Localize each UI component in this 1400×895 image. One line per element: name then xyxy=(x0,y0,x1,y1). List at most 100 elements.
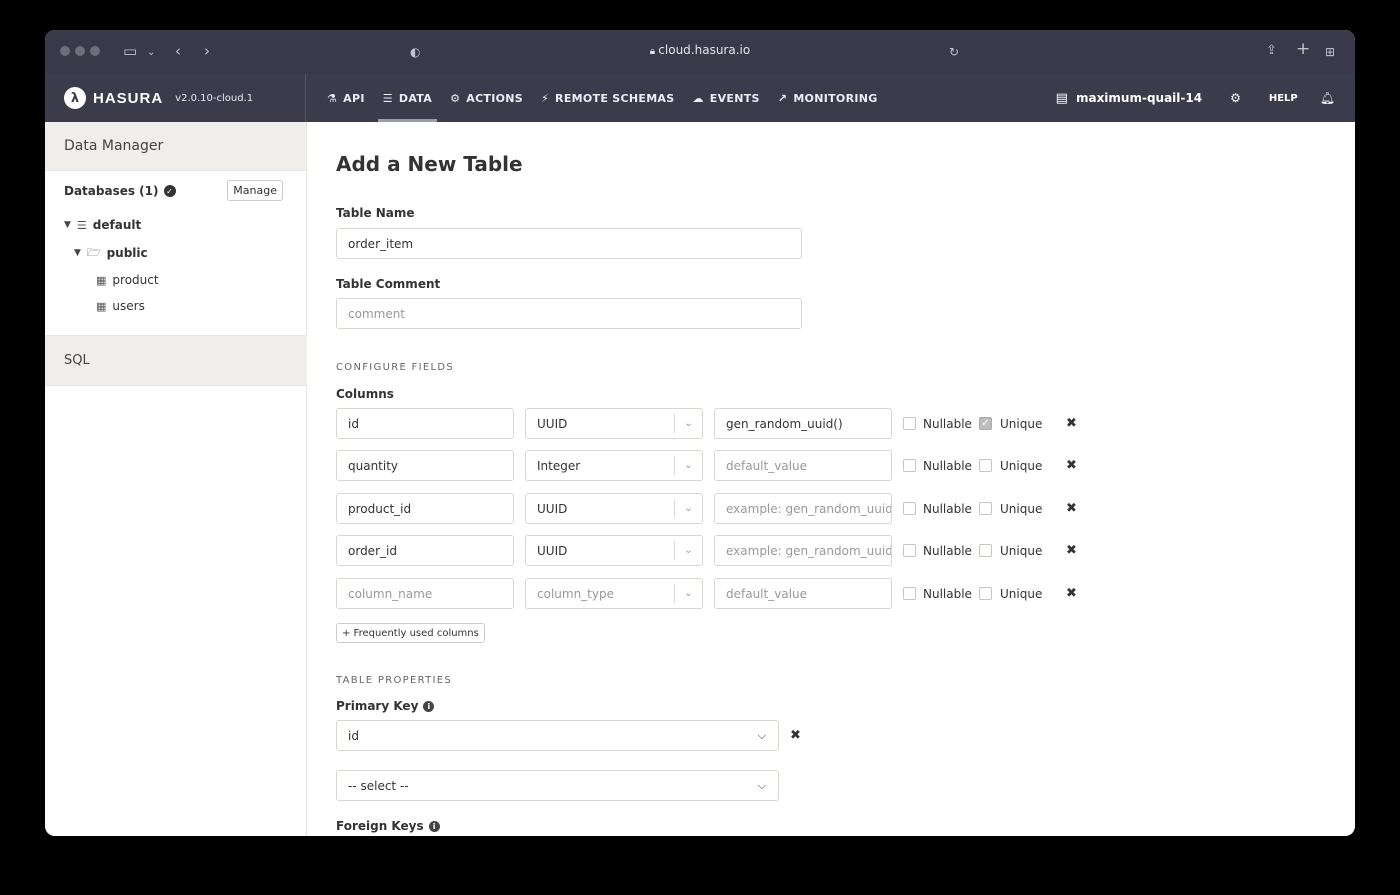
remove-primary-key-icon[interactable]: ✖ xyxy=(790,728,801,743)
share-icon[interactable]: ⇪ xyxy=(1266,42,1277,60)
address-bar: 🔒︎ cloud.hasura.io xyxy=(45,43,1355,57)
table-name-input[interactable]: order_item xyxy=(336,228,802,259)
tree-table-product[interactable]: ▦ product xyxy=(45,267,306,293)
unique-checkbox[interactable] xyxy=(979,544,992,557)
hasura-logo-icon: λ xyxy=(64,87,86,109)
primary-key-label: Primary Key xyxy=(336,699,419,713)
remove-column-icon[interactable]: ✖ xyxy=(1066,501,1077,516)
column-name-input[interactable]: column_name xyxy=(336,578,514,609)
column-type-select[interactable]: column_type ⌄ xyxy=(525,578,703,609)
minimize-window-button[interactable] xyxy=(75,46,85,56)
table-properties-heading: TABLE PROPERTIES xyxy=(336,675,453,686)
sidebar-sql[interactable]: SQL xyxy=(45,335,307,386)
cogs-icon: ⚙ xyxy=(450,91,461,105)
manage-button[interactable]: Manage xyxy=(227,180,283,201)
column-type-select[interactable]: UUID ⌄ xyxy=(525,408,703,439)
settings-gear-icon[interactable]: ⚙ xyxy=(1230,91,1241,105)
url-text[interactable]: cloud.hasura.io xyxy=(658,43,750,57)
sidebar-title[interactable]: Data Manager xyxy=(45,122,306,171)
browser-window: ▭ ⌄ ‹ › ◐ 🔒︎ cloud.hasura.io ↻ ⇪ + ⊞ λ H… xyxy=(45,30,1355,836)
databases-label: Databases (1) xyxy=(64,184,159,198)
project-selector[interactable]: ▤ maximum-quail-14 xyxy=(1056,91,1202,106)
tab-monitoring[interactable]: ↗ MONITORING xyxy=(769,74,887,122)
help-button[interactable]: HELP xyxy=(1269,93,1298,104)
column-default-input[interactable]: example: gen_random_uuid( xyxy=(714,493,892,524)
info-icon[interactable]: i xyxy=(423,701,435,712)
column-default-input[interactable]: default_value xyxy=(714,578,892,609)
tab-remote-schemas[interactable]: ⚡ REMOTE SCHEMAS xyxy=(532,74,683,122)
table-name: product xyxy=(112,273,159,287)
tab-api[interactable]: ⚗ API xyxy=(318,74,374,122)
tab-label: ACTIONS xyxy=(466,91,524,105)
nav-right: ▤ maximum-quail-14 ⚙ HELP 🔔︎ xyxy=(1056,74,1355,122)
brand[interactable]: λ HASURA v2.0.10-cloud.1 xyxy=(45,74,306,122)
chevron-down-icon: ⌵ xyxy=(757,779,766,792)
column-type-select[interactable]: Integer ⌄ xyxy=(525,450,703,481)
table-name: users xyxy=(112,299,145,313)
bell-icon[interactable]: 🔔︎ xyxy=(1320,91,1335,105)
chevron-down-icon: ⌄ xyxy=(674,456,702,475)
browser-toolbar: ▭ ⌄ ‹ › ◐ 🔒︎ cloud.hasura.io ↻ ⇪ + ⊞ xyxy=(45,30,1355,74)
unique-label: Unique xyxy=(1000,502,1043,516)
tree-schema-public[interactable]: ▼ 🗁︎ public xyxy=(45,239,306,267)
database-icon: ☰ xyxy=(382,91,393,105)
nullable-checkbox[interactable] xyxy=(903,587,916,600)
nullable-checkbox[interactable] xyxy=(903,502,916,515)
table-comment-input[interactable]: comment xyxy=(336,298,802,329)
primary-key-add-select[interactable]: -- select -- ⌵ xyxy=(336,770,779,801)
version-label: v2.0.10-cloud.1 xyxy=(175,92,254,104)
flask-icon: ⚗ xyxy=(327,91,338,105)
page-title: Add a New Table xyxy=(336,152,523,176)
tree-database-default[interactable]: ▼ ☰ default xyxy=(45,211,306,239)
column-name-input[interactable]: order_id xyxy=(336,535,514,566)
column-name-input[interactable]: id xyxy=(336,408,514,439)
nullable-checkbox[interactable] xyxy=(903,417,916,430)
close-window-button[interactable] xyxy=(60,46,70,56)
zoom-window-button[interactable] xyxy=(90,46,100,56)
nav-tabs: ⚗ API ☰ DATA ⚙ ACTIONS ⚡ REMOTE SCHEMAS ☁ EVE… xyxy=(318,74,887,122)
tabs-overview-icon[interactable]: ⊞ xyxy=(1325,43,1335,61)
column-type-value: column_type xyxy=(537,586,614,601)
chevron-down-icon[interactable]: ▼ xyxy=(74,248,81,258)
new-tab-icon[interactable]: + xyxy=(1296,40,1310,58)
remove-column-icon[interactable]: ✖ xyxy=(1066,586,1077,601)
chart-icon: ↗ xyxy=(777,91,788,105)
tab-events[interactable]: ☁ EVENTS xyxy=(683,74,768,122)
column-name-input[interactable]: product_id xyxy=(336,493,514,524)
nullable-checkbox[interactable] xyxy=(903,459,916,472)
sidebar-icon[interactable]: ▭ xyxy=(123,42,137,60)
table-name-label: Table Name xyxy=(336,206,415,220)
tab-data[interactable]: ☰ DATA xyxy=(374,74,441,122)
nullable-checkbox[interactable] xyxy=(903,544,916,557)
tree-table-users[interactable]: ▦ users xyxy=(45,293,306,319)
remove-column-icon[interactable]: ✖ xyxy=(1066,543,1077,558)
column-default-input[interactable]: default_value xyxy=(714,450,892,481)
databases-header: Databases (1) ✓ Manage xyxy=(45,171,306,211)
unique-checkbox[interactable]: ✓ xyxy=(979,417,992,430)
server-icon: ▤ xyxy=(1055,90,1068,106)
primary-key-select[interactable]: id ⌵ xyxy=(336,720,779,751)
unique-checkbox[interactable] xyxy=(979,459,992,472)
tab-actions[interactable]: ⚙ ACTIONS xyxy=(441,74,532,122)
chevron-down-icon[interactable]: ⌄ xyxy=(147,44,155,62)
remove-column-icon[interactable]: ✖ xyxy=(1066,416,1077,431)
column-type-select[interactable]: UUID ⌄ xyxy=(525,493,703,524)
column-default-input[interactable]: example: gen_random_uuid( xyxy=(714,535,892,566)
unique-checkbox[interactable] xyxy=(979,502,992,515)
remove-column-icon[interactable]: ✖ xyxy=(1066,458,1077,473)
column-type-value: UUID xyxy=(537,501,568,516)
table-comment-label: Table Comment xyxy=(336,277,441,291)
info-icon[interactable]: i xyxy=(428,821,440,832)
column-type-select[interactable]: UUID ⌄ xyxy=(525,535,703,566)
chevron-down-icon[interactable]: ▼ xyxy=(64,220,71,230)
configure-fields-heading: CONFIGURE FIELDS xyxy=(336,362,454,373)
column-default-input[interactable]: gen_random_uuid() xyxy=(714,408,892,439)
forward-icon[interactable]: › xyxy=(204,42,210,60)
frequently-used-columns-button[interactable]: + Frequently used columns xyxy=(336,623,485,643)
unique-label: Unique xyxy=(1000,459,1043,473)
folder-open-icon: 🗁︎ xyxy=(86,245,101,259)
reload-icon[interactable]: ↻ xyxy=(949,43,959,61)
unique-checkbox[interactable] xyxy=(979,587,992,600)
back-icon[interactable]: ‹ xyxy=(175,42,181,60)
column-name-input[interactable]: quantity xyxy=(336,450,514,481)
